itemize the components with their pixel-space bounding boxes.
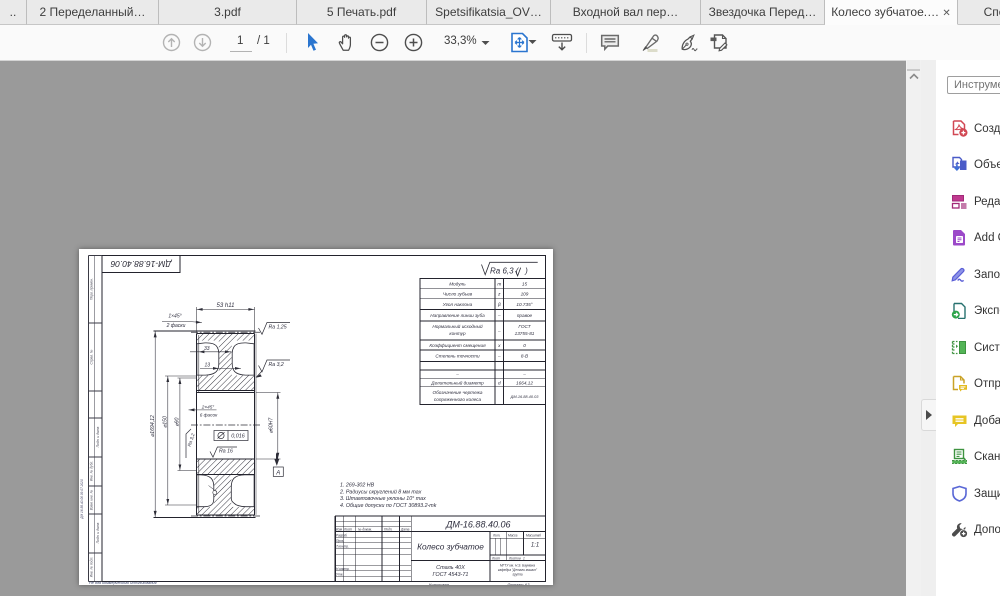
svg-text:–: – [497, 328, 501, 333]
svg-text:ГОСТ: ГОСТ [518, 324, 531, 329]
svg-text:1×45°: 1×45° [168, 314, 181, 320]
svg-text:Н.контр.: Н.контр. [336, 567, 350, 571]
svg-text:1. 269-302 НВ: 1. 269-302 НВ [340, 483, 375, 489]
svg-text:x: x [497, 343, 501, 348]
svg-text:Т.контр.: Т.контр. [336, 545, 349, 549]
svg-text:109: 109 [521, 291, 529, 296]
svg-text:2×45°: 2×45° [201, 405, 215, 410]
svg-text:Ra 1,25: Ra 1,25 [269, 325, 287, 331]
svg-text:8-В: 8-В [521, 353, 528, 358]
svg-text:53 h11: 53 h11 [217, 303, 235, 309]
svg-text:⌀150: ⌀150 [162, 416, 168, 428]
svg-text:6 фасок: 6 фасок [200, 413, 218, 418]
svg-text:Ra 16: Ra 16 [219, 449, 233, 455]
svg-text:Изм: Изм [336, 528, 343, 532]
svg-text:Подп.: Подп. [384, 528, 393, 532]
svg-text:Сталь 40Х: Сталь 40Х [436, 565, 465, 571]
svg-text:Ra 3,2: Ra 3,2 [187, 432, 196, 447]
svg-text:группа: группа [512, 573, 522, 577]
svg-text:Коэффициент смещения: Коэффициент смещения [429, 343, 486, 348]
svg-text:Угол наклона: Угол наклона [443, 302, 473, 307]
svg-text:Число зубьев: Число зубьев [443, 291, 473, 296]
svg-text:Лит.: Лит. [492, 534, 501, 538]
svg-text:13755-81: 13755-81 [515, 331, 535, 336]
svg-text:4. Общие допуски по ГОСТ 30893: 4. Общие допуски по ГОСТ 30893.2-mk [340, 503, 437, 509]
svg-text:Листов: Листов [508, 556, 521, 560]
svg-text:ДМ 16.88.40.06 09.07.2020: ДМ 16.88.40.06 09.07.2020 [80, 479, 84, 520]
svg-text:⌀1694,12: ⌀1694,12 [150, 415, 156, 437]
svg-text:33: 33 [204, 346, 210, 352]
svg-text:№ докум.: № докум. [358, 528, 372, 532]
svg-text:d: d [498, 380, 501, 385]
svg-text:Подп. и дата: Подп. и дата [96, 523, 100, 544]
svg-text:Утв.: Утв. [336, 573, 343, 577]
svg-text:Обозначение чертежа: Обозначение чертежа [433, 390, 483, 395]
svg-text:Перв. примен.: Перв. примен. [90, 278, 94, 300]
svg-text:ГОСТ 4543-71: ГОСТ 4543-71 [433, 572, 469, 578]
svg-text:Разраб.: Разраб. [336, 533, 348, 537]
svg-text:Взам. инв. №: Взам. инв. № [90, 489, 94, 510]
svg-text:0,016: 0,016 [231, 434, 245, 440]
svg-text:Дата: Дата [400, 528, 410, 532]
svg-text:1664,12: 1664,12 [516, 380, 533, 385]
svg-text:Масштаб: Масштаб [526, 534, 541, 538]
svg-text:⌀60H7: ⌀60H7 [269, 417, 275, 434]
svg-text:ДМ-16.88.40.06: ДМ-16.88.40.06 [110, 259, 172, 269]
svg-text:–: – [455, 372, 459, 377]
svg-text:⌀90: ⌀90 [175, 417, 181, 426]
svg-text:А: А [275, 470, 280, 476]
svg-text:–: – [497, 313, 501, 318]
svg-text:Модуль: Модуль [449, 281, 466, 286]
svg-text:Пров.: Пров. [336, 539, 345, 543]
svg-text:Инв. № подл.: Инв. № подл. [90, 557, 94, 578]
svg-text:Подп. и дата: Подп. и дата [96, 427, 100, 448]
svg-text:Формат А3: Формат А3 [508, 582, 531, 585]
svg-text:Копировал: Копировал [429, 582, 450, 585]
svg-text:Степень точности: Степень точности [435, 353, 480, 358]
svg-text:контур: контур [449, 331, 466, 336]
svg-text:Ra 6,3 ( ): Ra 6,3 ( ) [490, 266, 528, 275]
svg-text:кафедра "Детали машин": кафедра "Детали машин" [498, 568, 538, 572]
svg-text:1: 1 [523, 556, 525, 560]
svg-text:10.735°: 10.735° [516, 302, 532, 307]
svg-text:Инв. № дубл.: Инв. № дубл. [90, 461, 94, 481]
svg-text:–: – [522, 372, 526, 377]
svg-text:13: 13 [205, 362, 211, 368]
svg-text:15: 15 [522, 281, 528, 286]
svg-text:Не для коммерческого использов: Не для коммерческого использования [89, 581, 157, 585]
svg-text:Лист: Лист [491, 556, 501, 560]
svg-text:3. Штамповочные уклоны 10° max: 3. Штамповочные уклоны 10° max [340, 496, 426, 502]
svg-text:Нормальный исходный: Нормальный исходный [432, 323, 483, 329]
svg-text:Масса: Масса [508, 534, 518, 538]
svg-text:Лист: Лист [343, 528, 353, 532]
svg-text:β: β [497, 302, 501, 307]
svg-text:0: 0 [523, 343, 526, 348]
svg-text:МГТУ им. Н.Э. Баумана: МГТУ им. Н.Э. Баумана [500, 564, 535, 568]
svg-text:2. Радиусы скруглений 8 мм max: 2. Радиусы скруглений 8 мм max [339, 488, 422, 495]
svg-text:Ra 3,2: Ra 3,2 [269, 362, 284, 368]
svg-text:1:1: 1:1 [531, 543, 539, 549]
svg-text:Справ. №: Справ. № [90, 349, 94, 364]
svg-text:правое: правое [517, 313, 533, 318]
svg-text:ДМ-16.88.40.03: ДМ-16.88.40.03 [510, 394, 540, 399]
svg-text:2 фаски: 2 фаски [166, 323, 186, 329]
svg-text:сопряженного колеса: сопряженного колеса [434, 397, 482, 402]
svg-text:ДМ-16.88.40.06: ДМ-16.88.40.06 [445, 519, 510, 529]
svg-text:Направление линии зуба: Направление линии зуба [430, 313, 485, 318]
svg-text:m: m [497, 281, 501, 286]
svg-text:–: – [497, 353, 501, 358]
svg-text:Колесо зубчатое: Колесо зубчатое [417, 542, 484, 552]
svg-text:z: z [497, 291, 501, 296]
svg-text:Делительный диаметр: Делительный диаметр [430, 379, 484, 385]
